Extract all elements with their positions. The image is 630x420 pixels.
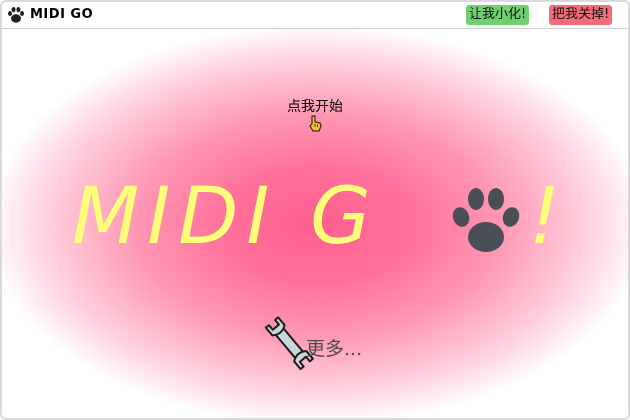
app-logo: MIDI G ! — [72, 162, 572, 272]
paw-icon — [452, 188, 520, 252]
paw-icon — [8, 7, 24, 23]
pointing-hand-icon[interactable] — [308, 115, 324, 133]
window-title: MIDI GO — [30, 7, 94, 22]
title-bar[interactable]: MIDI GO 让我小化! 把我关掉! — [2, 2, 628, 29]
minimize-button[interactable]: 让我小化! — [466, 5, 530, 25]
logo-text: MIDI G — [72, 172, 379, 262]
close-button[interactable]: 把我关掉! — [549, 5, 613, 25]
logo-exclamation: ! — [529, 172, 561, 262]
more-button[interactable]: 更多... — [260, 314, 390, 374]
more-label: 更多... — [306, 338, 363, 360]
main-canvas: 点我开始 MIDI G ! 更多... — [2, 29, 628, 418]
app-window: MIDI GO 让我小化! 把我关掉! 点我开始 MIDI G ! 更多... — [0, 0, 630, 420]
start-button[interactable]: 点我开始 — [287, 96, 343, 116]
